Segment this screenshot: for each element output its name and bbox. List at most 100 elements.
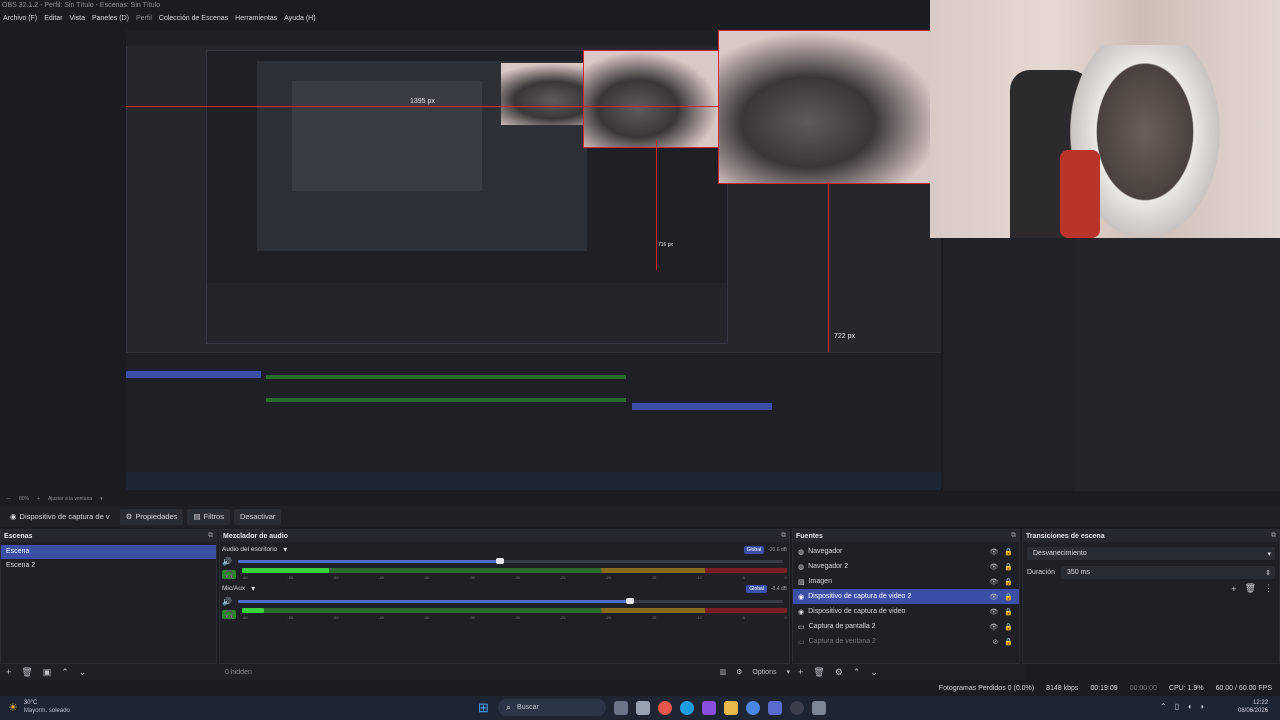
obs-icon[interactable] xyxy=(790,701,804,715)
stepper-icon[interactable]: ⇕ xyxy=(1265,569,1275,577)
tick-label: -35 xyxy=(469,575,475,580)
source-name: Navegador 2 xyxy=(808,563,849,570)
trash-icon[interactable]: 🗑 xyxy=(21,667,32,678)
dock-menu-icon[interactable]: ⧉ xyxy=(1011,532,1019,540)
source-item[interactable]: ◍ Navegador 2 👁 🔒 xyxy=(793,559,1019,574)
transition-value: Desvanecimiento xyxy=(1033,550,1087,557)
source-item[interactable]: ◉ Dispositivo de captura de video 2 👁 🔒 xyxy=(793,589,1019,604)
eye-icon[interactable]: 👁 xyxy=(989,608,998,616)
more-icon[interactable]: ⋮ xyxy=(1264,583,1273,594)
menu-editar[interactable]: Editar xyxy=(44,15,62,22)
volume-slider[interactable] xyxy=(237,558,783,564)
widgets-icon[interactable] xyxy=(636,701,650,715)
edge-icon[interactable] xyxy=(680,701,694,715)
microphone-icon[interactable]: ◖ xyxy=(1187,702,1192,711)
status-bar: Fotogramas Perdidos 0 (0.0%) 8148 kbps 0… xyxy=(0,680,1280,696)
eye-icon[interactable]: 👁 xyxy=(989,623,998,631)
trash-icon[interactable]: 🗑 xyxy=(1245,583,1256,594)
dock-menu-icon[interactable]: ⧉ xyxy=(1271,532,1279,540)
lock-icon[interactable]: 🔒 xyxy=(1004,593,1013,601)
task-view-icon[interactable] xyxy=(614,701,628,715)
source-item[interactable]: ▨ Imagen 👁 🔒 xyxy=(793,574,1019,589)
chevron-down-icon[interactable]: ▾ xyxy=(283,545,287,554)
speaker-icon[interactable]: 🔊 xyxy=(222,597,232,606)
settings-icon[interactable] xyxy=(812,701,826,715)
scene-item[interactable]: Escena 2 xyxy=(1,559,216,573)
lock-icon[interactable]: 🔒 xyxy=(1004,608,1013,616)
level-meter xyxy=(241,608,787,613)
volume-slider[interactable] xyxy=(237,598,783,604)
zoom-fit-button[interactable]: Ajustar a la ventana xyxy=(48,496,92,502)
eye-icon[interactable]: 👁 xyxy=(989,563,998,571)
speaker-icon[interactable]: 🔊 xyxy=(222,557,232,566)
clock[interactable]: 12:22 08/06/2026 xyxy=(1238,699,1268,715)
lock-icon[interactable]: 🔒 xyxy=(1004,638,1013,646)
app-icon[interactable] xyxy=(702,701,716,715)
options-button[interactable]: Options xyxy=(752,669,776,676)
level-meter xyxy=(241,568,787,573)
zoom-in-button[interactable]: + xyxy=(37,496,40,502)
dock-menu-icon[interactable]: ⧉ xyxy=(208,532,216,540)
lock-icon[interactable]: 🔒 xyxy=(1004,563,1013,571)
folder-icon[interactable] xyxy=(724,701,738,715)
menu-paneles[interactable]: Paneles (D) xyxy=(92,15,129,22)
app-icon[interactable] xyxy=(768,701,782,715)
transition-select[interactable]: Desvanecimiento ▾ xyxy=(1027,547,1275,560)
eye-icon[interactable]: 👁 xyxy=(989,548,998,556)
tick-label: -40 xyxy=(423,575,430,580)
headphones-icon[interactable]: 🎧 xyxy=(222,609,236,619)
eye-off-icon[interactable]: ⊘ xyxy=(992,638,998,646)
scene-item[interactable]: Escena xyxy=(1,545,216,559)
gear-icon[interactable]: ⚙ xyxy=(835,667,843,678)
tick-label: -45 xyxy=(378,615,384,620)
tick-label: -25 xyxy=(559,615,566,620)
menu-vista[interactable]: Vista xyxy=(70,15,85,22)
network-icon[interactable]: ▯ xyxy=(1175,702,1179,711)
properties-button[interactable]: ⚙ Propiedades xyxy=(119,508,184,525)
headphones-icon[interactable]: 🎧 xyxy=(222,569,236,579)
filter-icon[interactable]: ▣ xyxy=(43,667,52,678)
move-up-icon[interactable]: ⌃ xyxy=(853,667,861,678)
add-transition-button[interactable]: + xyxy=(1231,584,1236,594)
add-scene-button[interactable]: + xyxy=(6,667,11,677)
source-item[interactable]: ▭ Captura de pantalla 2 👁 🔒 xyxy=(793,619,1019,634)
menu-herramientas[interactable]: Herramientas xyxy=(235,15,277,22)
windows-start-icon[interactable]: ⊞ xyxy=(478,700,489,716)
move-down-icon[interactable]: ⌄ xyxy=(79,667,87,678)
menu-archivo[interactable]: Archivo (F) xyxy=(3,15,37,22)
filters-button[interactable]: ▤ Filtros xyxy=(187,508,230,525)
menu-coleccion-escenas[interactable]: Colección de Escenas xyxy=(159,15,228,22)
eye-icon[interactable]: 👁 xyxy=(989,578,998,586)
menu-perfil[interactable]: Perfil xyxy=(136,15,152,22)
source-item[interactable]: ◉ Dispositivo de captura de video 👁 🔒 xyxy=(793,604,1019,619)
weather-widget[interactable]: ☀ 30°C Mayorm. soleado xyxy=(8,699,70,715)
lock-icon[interactable]: 🔒 xyxy=(1004,548,1013,556)
move-up-icon[interactable]: ⌃ xyxy=(61,667,69,678)
cpu-usage: CPU: 1.9% xyxy=(1168,684,1204,692)
chevron-down-icon[interactable]: ▾ xyxy=(100,496,103,502)
lock-icon[interactable]: 🔒 xyxy=(1004,623,1013,631)
source-item[interactable]: ▭ Captura de ventana 2 ⊘ 🔒 xyxy=(793,634,1019,649)
add-source-button[interactable]: + xyxy=(798,667,803,677)
duration-input[interactable]: 350 ms ⇕ xyxy=(1061,566,1275,579)
speaker-icon[interactable]: ◗ xyxy=(1200,702,1205,711)
taskbar-search[interactable]: ⌕ Buscar xyxy=(498,699,606,716)
nested-webcam-medium xyxy=(583,50,720,148)
chrome-icon[interactable] xyxy=(746,701,760,715)
lock-icon[interactable]: 🔒 xyxy=(1004,578,1013,586)
browser-icon[interactable] xyxy=(658,701,672,715)
zoom-out-button[interactable]: — xyxy=(6,496,11,502)
chevron-up-icon[interactable]: ⌃ xyxy=(1160,702,1167,711)
source-item[interactable]: ◍ Navegador 👁 🔒 xyxy=(793,544,1019,559)
preview-canvas[interactable]: 1395 px 716 px 722 px xyxy=(126,30,941,490)
chevron-down-icon[interactable]: ▾ xyxy=(251,584,255,593)
menu-ayuda[interactable]: Ayuda (H) xyxy=(284,15,315,22)
layout-icon[interactable]: ▥ xyxy=(719,668,726,676)
weather-temp: 30°C xyxy=(23,700,38,706)
eye-icon[interactable]: 👁 xyxy=(989,593,998,601)
deactivate-button[interactable]: Desactivar xyxy=(233,508,282,525)
gear-icon[interactable]: ⚙ xyxy=(736,668,742,676)
move-down-icon[interactable]: ⌄ xyxy=(870,667,878,678)
dock-menu-icon[interactable]: ⧉ xyxy=(781,532,789,540)
trash-icon[interactable]: 🗑 xyxy=(813,667,824,678)
